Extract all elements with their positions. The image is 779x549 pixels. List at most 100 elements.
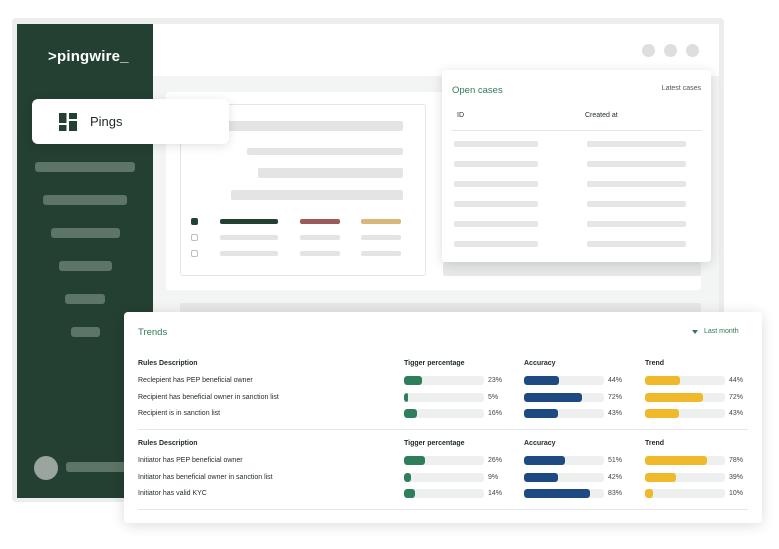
placeholder-cell — [587, 201, 686, 207]
divider — [138, 429, 748, 430]
trigger-bar-fill — [404, 409, 417, 418]
trends-card: Trends Last month Rules Description Tigge… — [124, 312, 762, 523]
window-dot-icon[interactable] — [664, 44, 677, 57]
placeholder-line — [258, 168, 403, 178]
column-header: Accuracy — [524, 440, 556, 447]
accuracy-bar — [524, 472, 604, 482]
trend-bar — [645, 392, 725, 402]
avatar[interactable] — [34, 456, 58, 480]
divider — [451, 130, 702, 131]
user-name-placeholder — [66, 462, 128, 472]
accuracy-value: 43% — [608, 410, 623, 417]
trigger-value: 23% — [488, 377, 503, 384]
window-dot-icon[interactable] — [642, 44, 655, 57]
trigger-bar — [404, 392, 484, 402]
dashboard-icon — [59, 113, 77, 131]
placeholder-bar — [300, 251, 340, 256]
rule-description: Initiator has beneficial owner in sancti… — [138, 473, 273, 481]
trigger-value: 14% — [488, 490, 503, 497]
trigger-bar — [404, 376, 484, 385]
open-cases-title: Open cases — [452, 85, 503, 96]
trend-bar-fill — [645, 392, 703, 402]
period-filter[interactable]: Last month — [704, 328, 739, 335]
open-cases-card: Open cases Latest cases ID Created at — [442, 70, 711, 262]
accuracy-bar-fill — [524, 392, 582, 402]
placeholder-bar — [300, 219, 340, 224]
checkbox[interactable] — [191, 234, 198, 241]
sidebar-item-placeholder[interactable] — [65, 294, 105, 304]
rule-description: Recipient has beneficial owner in sancti… — [138, 393, 279, 401]
trigger-bar — [404, 456, 484, 465]
placeholder-bar — [220, 251, 278, 256]
trend-bar-fill — [645, 456, 708, 465]
placeholder-cell — [454, 161, 538, 167]
placeholder-bar — [361, 235, 401, 240]
accuracy-bar — [524, 489, 604, 498]
trend-value: 78% — [729, 457, 744, 464]
top-bar — [153, 24, 719, 76]
chevron-down-icon[interactable] — [692, 330, 698, 334]
sidebar-item-placeholder[interactable] — [59, 261, 112, 271]
placeholder-cell — [454, 201, 538, 207]
rule-description: Recipient is in sanction list — [138, 410, 221, 417]
column-header: Rules Description — [138, 360, 198, 367]
column-header: Accuracy — [524, 360, 556, 367]
placeholder-line — [247, 148, 403, 155]
trend-bar — [645, 409, 725, 418]
rule-description: Reclepient has PEP beneficial owner — [138, 377, 253, 384]
placeholder-cell — [454, 141, 538, 147]
placeholder-cell — [454, 241, 538, 247]
sidebar-item-placeholder[interactable] — [43, 195, 127, 205]
trend-bar — [645, 472, 725, 482]
latest-cases-filter[interactable]: Latest cases — [662, 85, 701, 92]
trend-value: 39% — [729, 473, 744, 481]
trigger-bar — [404, 489, 484, 498]
accuracy-bar — [524, 392, 604, 402]
sidebar-item-label: Pings — [90, 114, 123, 129]
column-header-id: ID — [457, 112, 464, 119]
accuracy-bar-fill — [524, 456, 565, 465]
sidebar-item-placeholder[interactable] — [71, 327, 100, 337]
accuracy-value: 42% — [608, 473, 623, 481]
accuracy-value: 51% — [608, 457, 623, 464]
trigger-bar — [404, 472, 484, 482]
trigger-bar-fill — [404, 472, 412, 482]
checkbox[interactable] — [191, 250, 198, 257]
trend-bar-fill — [645, 472, 677, 482]
trends-title: Trends — [138, 327, 168, 338]
accuracy-value: 44% — [608, 377, 623, 384]
trend-bar-fill — [645, 489, 653, 498]
placeholder-cell — [587, 141, 686, 147]
column-header: Trend — [645, 360, 665, 367]
trigger-bar-fill — [404, 456, 425, 465]
trigger-bar — [404, 409, 484, 418]
rule-description: Initiator has PEP beneficial owner — [138, 457, 243, 464]
trend-bar — [645, 456, 725, 465]
column-header: Trend — [645, 440, 665, 447]
trend-bar-fill — [645, 376, 681, 385]
trend-bar — [645, 489, 725, 498]
trigger-bar-fill — [404, 376, 423, 385]
column-header: Tigger percentage — [404, 440, 465, 447]
window-dot-icon[interactable] — [686, 44, 699, 57]
sidebar-item-pings[interactable]: Pings — [32, 99, 229, 144]
sidebar-item-placeholder[interactable] — [51, 228, 120, 238]
trigger-value: 5% — [488, 393, 499, 401]
checkbox-checked[interactable] — [191, 218, 198, 225]
trigger-bar-fill — [404, 489, 416, 498]
rule-description: Initiator has valid KYC — [138, 490, 207, 497]
placeholder-cell — [587, 161, 686, 167]
placeholder-cell — [454, 221, 538, 227]
trend-bar — [645, 376, 725, 385]
accuracy-bar — [524, 376, 604, 385]
trigger-value: 9% — [488, 473, 499, 481]
column-header-created-at: Created at — [585, 112, 618, 119]
accuracy-bar-fill — [524, 376, 560, 385]
accuracy-value: 72% — [608, 393, 623, 401]
trend-value: 43% — [729, 410, 744, 417]
accuracy-bar — [524, 456, 604, 465]
accuracy-bar-fill — [524, 489, 591, 498]
sidebar-item-placeholder[interactable] — [35, 162, 135, 172]
column-header: Tigger percentage — [404, 360, 465, 367]
placeholder-cell — [587, 221, 686, 227]
